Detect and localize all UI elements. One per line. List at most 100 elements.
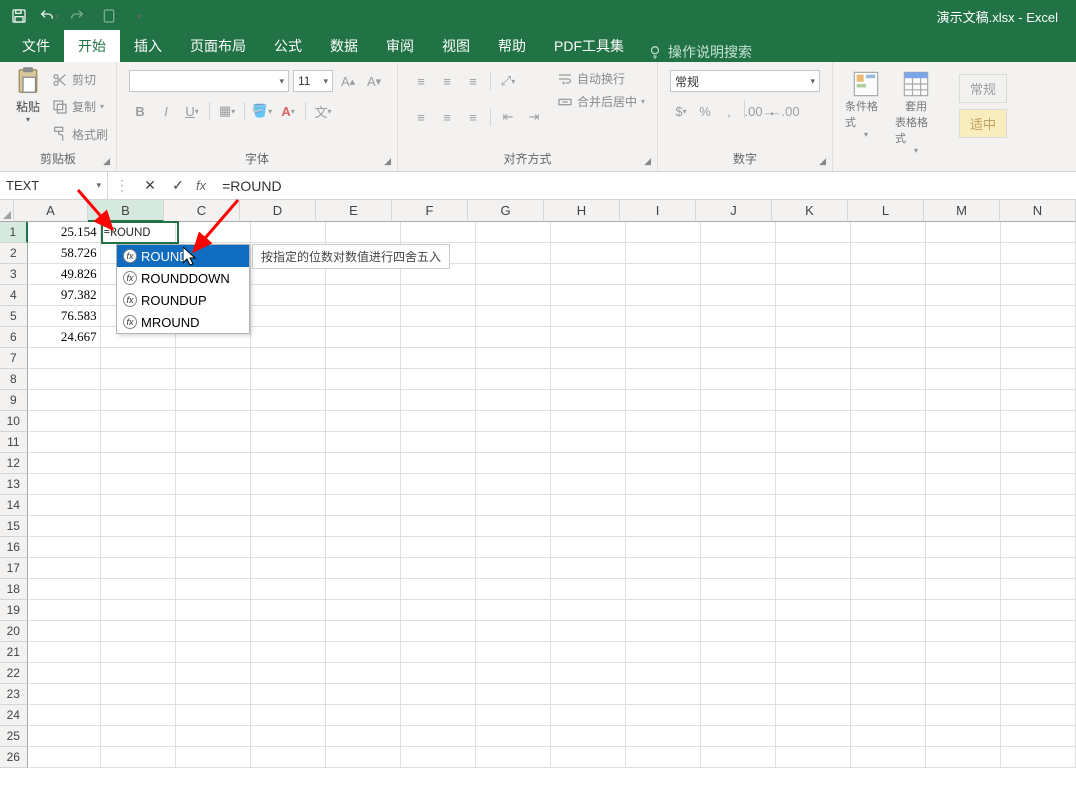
percent-format-icon[interactable]: %: [694, 100, 716, 122]
cell-J18[interactable]: [701, 579, 776, 600]
cell-A25[interactable]: [28, 726, 101, 747]
cell-A18[interactable]: [28, 579, 101, 600]
cell-L8[interactable]: [851, 369, 926, 390]
cell-B25[interactable]: [101, 726, 176, 747]
cell-N15[interactable]: [1001, 516, 1076, 537]
cut-button[interactable]: 剪切: [52, 71, 108, 88]
cell-J11[interactable]: [701, 432, 776, 453]
cell-D16[interactable]: [251, 537, 326, 558]
cell-J6[interactable]: [701, 327, 776, 348]
cell-A7[interactable]: [28, 348, 101, 369]
cell-D12[interactable]: [251, 453, 326, 474]
italic-button[interactable]: I: [155, 100, 177, 122]
cell-M8[interactable]: [926, 369, 1001, 390]
cell-J20[interactable]: [701, 621, 776, 642]
row-header-10[interactable]: 10: [0, 411, 28, 432]
cell-E10[interactable]: [326, 411, 401, 432]
cell-I5[interactable]: [626, 306, 701, 327]
cell-J13[interactable]: [701, 474, 776, 495]
cell-G8[interactable]: [476, 369, 551, 390]
cell-E7[interactable]: [326, 348, 401, 369]
cell-K13[interactable]: [776, 474, 851, 495]
redo-icon[interactable]: ▾: [68, 5, 90, 27]
cell-A13[interactable]: [28, 474, 101, 495]
cell-K12[interactable]: [776, 453, 851, 474]
tab-help[interactable]: 帮助: [484, 30, 540, 62]
cell-G6[interactable]: [476, 327, 551, 348]
cell-M22[interactable]: [926, 663, 1001, 684]
row-header-16[interactable]: 16: [0, 537, 28, 558]
cell-A1[interactable]: 25.154: [28, 222, 101, 243]
cell-L19[interactable]: [851, 600, 926, 621]
tab-view[interactable]: 视图: [428, 30, 484, 62]
cell-C18[interactable]: [176, 579, 251, 600]
cell-E26[interactable]: [326, 747, 401, 768]
cell-E1[interactable]: [326, 222, 401, 243]
cell-D18[interactable]: [251, 579, 326, 600]
cell-E9[interactable]: [326, 390, 401, 411]
cell-H3[interactable]: [551, 264, 626, 285]
spreadsheet-grid[interactable]: ABCDEFGHIJKLMN 125.154=ROUND258.726349.8…: [0, 200, 1076, 768]
cell-I17[interactable]: [626, 558, 701, 579]
row-header-23[interactable]: 23: [0, 684, 28, 705]
cell-J19[interactable]: [701, 600, 776, 621]
cell-G13[interactable]: [476, 474, 551, 495]
cell-E16[interactable]: [326, 537, 401, 558]
cell-E20[interactable]: [326, 621, 401, 642]
cell-B14[interactable]: [101, 495, 176, 516]
row-header-8[interactable]: 8: [0, 369, 28, 390]
align-center-icon[interactable]: ≡: [436, 106, 458, 128]
cell-I9[interactable]: [626, 390, 701, 411]
cell-B15[interactable]: [101, 516, 176, 537]
cell-K23[interactable]: [776, 684, 851, 705]
cell-K25[interactable]: [776, 726, 851, 747]
cell-I10[interactable]: [626, 411, 701, 432]
cell-K15[interactable]: [776, 516, 851, 537]
cell-B20[interactable]: [101, 621, 176, 642]
cell-E23[interactable]: [326, 684, 401, 705]
cell-H22[interactable]: [551, 663, 626, 684]
row-header-17[interactable]: 17: [0, 558, 28, 579]
col-header-H[interactable]: H: [544, 200, 620, 222]
cell-F10[interactable]: [401, 411, 476, 432]
col-header-L[interactable]: L: [848, 200, 924, 222]
cell-N23[interactable]: [1001, 684, 1076, 705]
paste-label[interactable]: 粘贴: [16, 98, 40, 115]
cell-K17[interactable]: [776, 558, 851, 579]
cell-D4[interactable]: [251, 285, 326, 306]
cell-B18[interactable]: [101, 579, 176, 600]
cell-G21[interactable]: [476, 642, 551, 663]
cell-H7[interactable]: [551, 348, 626, 369]
cell-N16[interactable]: [1001, 537, 1076, 558]
cell-M9[interactable]: [926, 390, 1001, 411]
cell-F6[interactable]: [401, 327, 476, 348]
cell-E22[interactable]: [326, 663, 401, 684]
cell-F24[interactable]: [401, 705, 476, 726]
cell-N20[interactable]: [1001, 621, 1076, 642]
cell-A11[interactable]: [28, 432, 101, 453]
cell-F17[interactable]: [401, 558, 476, 579]
cell-I26[interactable]: [626, 747, 701, 768]
cell-L1[interactable]: [851, 222, 926, 243]
cell-E13[interactable]: [326, 474, 401, 495]
cell-M13[interactable]: [926, 474, 1001, 495]
cell-K19[interactable]: [776, 600, 851, 621]
cell-D23[interactable]: [251, 684, 326, 705]
cell-G20[interactable]: [476, 621, 551, 642]
undo-icon[interactable]: ▾: [38, 5, 60, 27]
cell-C12[interactable]: [176, 453, 251, 474]
cell-L2[interactable]: [851, 243, 926, 264]
cell-H4[interactable]: [551, 285, 626, 306]
cell-J3[interactable]: [701, 264, 776, 285]
font-size-combo[interactable]: 11▾: [293, 70, 333, 92]
cell-C10[interactable]: [176, 411, 251, 432]
cell-N10[interactable]: [1001, 411, 1076, 432]
cell-I24[interactable]: [626, 705, 701, 726]
cell-I4[interactable]: [626, 285, 701, 306]
cell-F8[interactable]: [401, 369, 476, 390]
cell-B24[interactable]: [101, 705, 176, 726]
cell-B8[interactable]: [101, 369, 176, 390]
decrease-indent-icon[interactable]: ⇤: [497, 106, 519, 128]
cell-I13[interactable]: [626, 474, 701, 495]
cell-I3[interactable]: [626, 264, 701, 285]
